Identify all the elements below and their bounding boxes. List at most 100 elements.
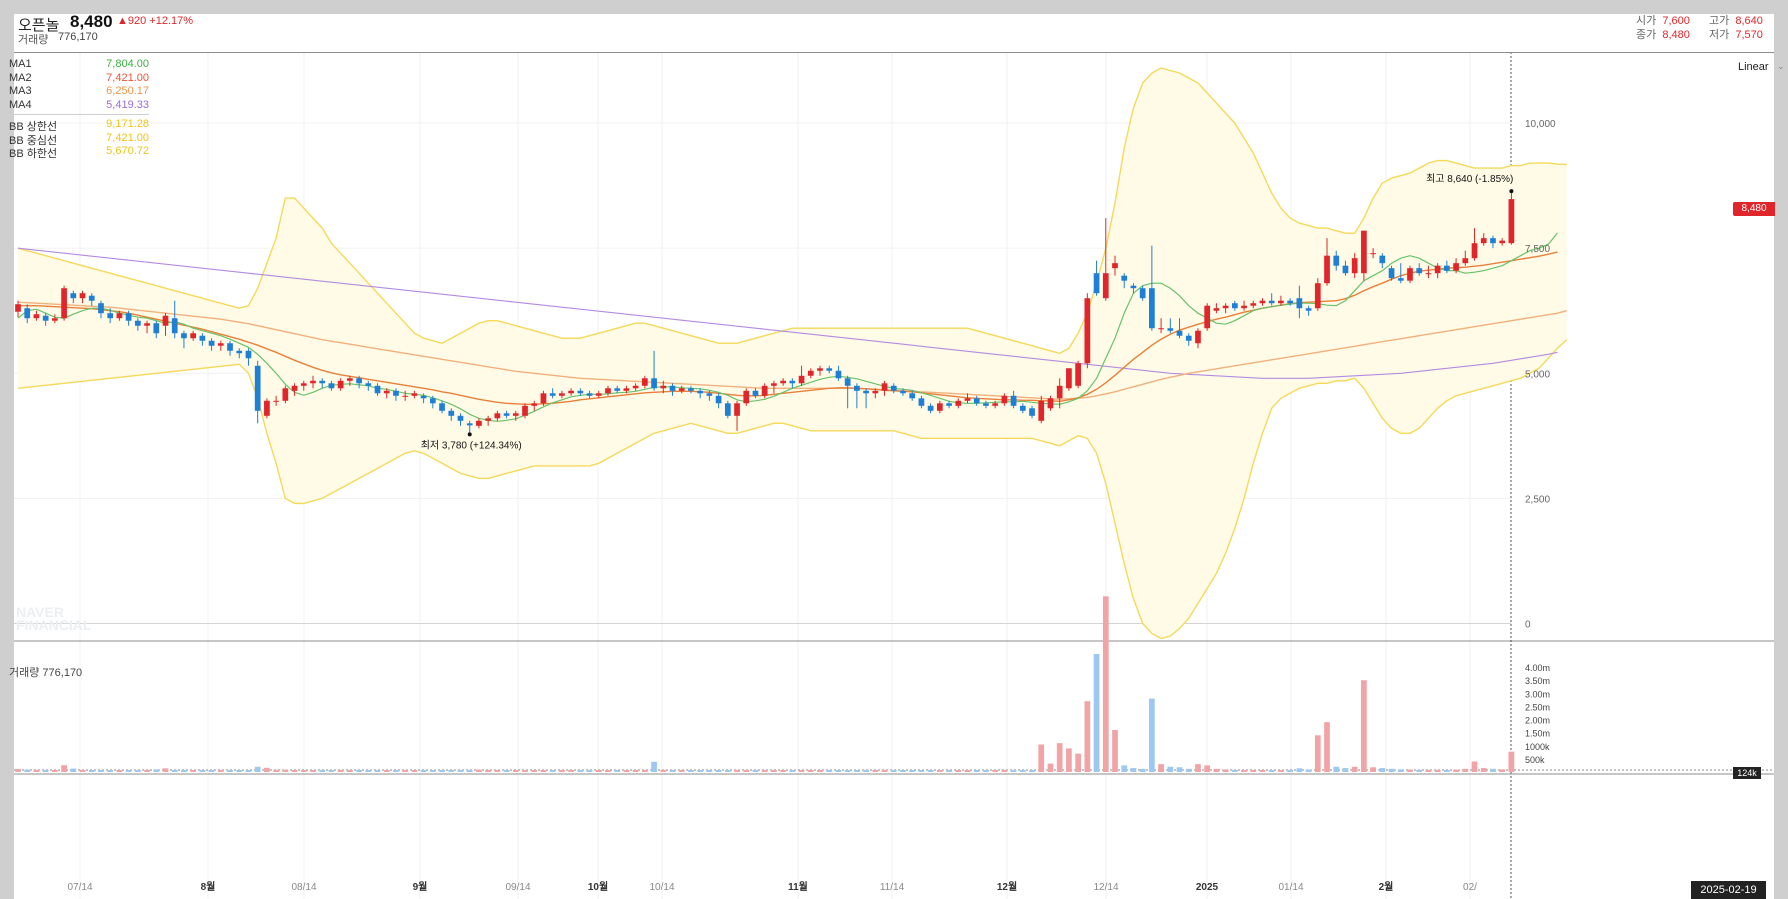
volume-bar [1167,766,1174,772]
candle-down [439,403,445,411]
volume-bar [466,770,473,772]
candle-down [844,378,851,386]
candle-down [614,388,621,391]
volume-bar [946,770,952,772]
ma-legend-row: MA3 6,250.17 [9,85,149,99]
candle-down [715,395,722,404]
candle-down [1490,238,1496,244]
candle-up [761,385,768,396]
candle-up [1370,253,1376,255]
volume-value: 776,170 [58,31,98,43]
chevron-down-icon[interactable]: ⌄ [1777,61,1785,72]
volume-bar [826,770,833,772]
y-tick-label: 10,000 [1525,119,1556,130]
volume-bar [79,769,86,772]
candle-down [1185,335,1192,341]
crosshair-date-tag: 2025-02-19 [1691,881,1766,899]
candle-down [918,398,925,406]
volume-bar [761,770,768,772]
candle-up [411,393,418,396]
volume-bar [1001,770,1008,772]
volume-bar [512,770,519,772]
candle-up [1471,243,1478,259]
x-tick-label: 09/14 [505,882,530,893]
candle-up [1195,330,1201,344]
candle-down [706,393,713,396]
candle-up [144,323,150,326]
x-tick-label: 01/14 [1278,882,1303,893]
volume-bar [1038,744,1045,772]
volume-bar [844,770,851,772]
volume-bar [697,770,704,772]
candle-down [1416,268,1423,274]
volume-bar [190,770,197,772]
volume-bar [429,770,436,772]
volume-bar [632,770,639,772]
candle-down [835,370,842,379]
volume-bar [245,770,252,772]
volume-bar [236,770,243,772]
candle-down [900,390,906,394]
volume-bar [1324,722,1330,772]
candle-up [595,393,602,396]
candle-down [134,320,141,326]
candle-up [1250,303,1257,306]
candle-down [1121,275,1128,281]
volume-tick-label: 3.00m [1525,689,1550,699]
candle-up [605,388,611,394]
volume-bar [798,770,805,772]
volume-bar [1084,701,1091,772]
candle-up [1066,368,1072,389]
volume-bar [863,770,869,772]
candle-down [125,313,132,321]
candle-down [254,365,261,411]
candle-down [107,313,114,319]
naver-financial-watermark: NAVER FINANCIAL [16,605,91,632]
price-chart[interactable]: 0 2,500 5,000 7,500 10,000 4.00m 3.50m 3.00m 2.5… [14,14,1774,899]
volume-tick-label: 1000k [1525,742,1550,752]
candle-down [577,390,584,394]
candle-up [282,388,289,401]
volume-bar [33,770,40,772]
volume-bar [282,769,289,772]
volume-bar [955,770,962,772]
candle-down [789,380,796,384]
volume-bar [420,770,427,772]
candle-up [1259,300,1266,304]
volume-bar [1268,770,1275,772]
candle-up [531,403,538,406]
candle-up [1222,305,1229,309]
candle-down [1029,408,1035,416]
scale-mode-selector[interactable]: Linear [1738,61,1769,73]
legend-divider [9,114,149,115]
volume-bar [1278,770,1284,772]
volume-bar [337,770,344,772]
candle-down [199,335,206,341]
volume-bar [153,769,160,772]
volume-bar [328,770,335,772]
candle-up [881,383,888,391]
low-annotation: 최저 3,780 (+124.34%) [421,439,522,451]
volume-bar [1416,769,1423,772]
candle-down [181,333,187,339]
candle-down [227,343,233,351]
ma-name: MA3 [9,85,32,97]
low-quote: 저가 7,570 [1709,26,1763,42]
candle-down [393,390,399,396]
candle-down [208,340,215,346]
y-tick-label: 0 [1525,619,1531,630]
candle-up [273,400,279,402]
x-tick-label: 11월 [788,881,808,893]
candle-up [1038,400,1045,421]
candle-down [429,398,436,404]
candle-down [457,415,464,421]
volume-bar [890,770,897,772]
candle-down [245,350,252,359]
volume-bar [706,770,713,772]
ma-value: 5,419.33 [106,98,149,111]
candle-up [771,383,777,386]
volume-bar [98,770,104,772]
volume-bar [300,770,307,772]
price-change: ▲920 +12.17% [117,15,194,27]
candle-down [724,403,731,416]
